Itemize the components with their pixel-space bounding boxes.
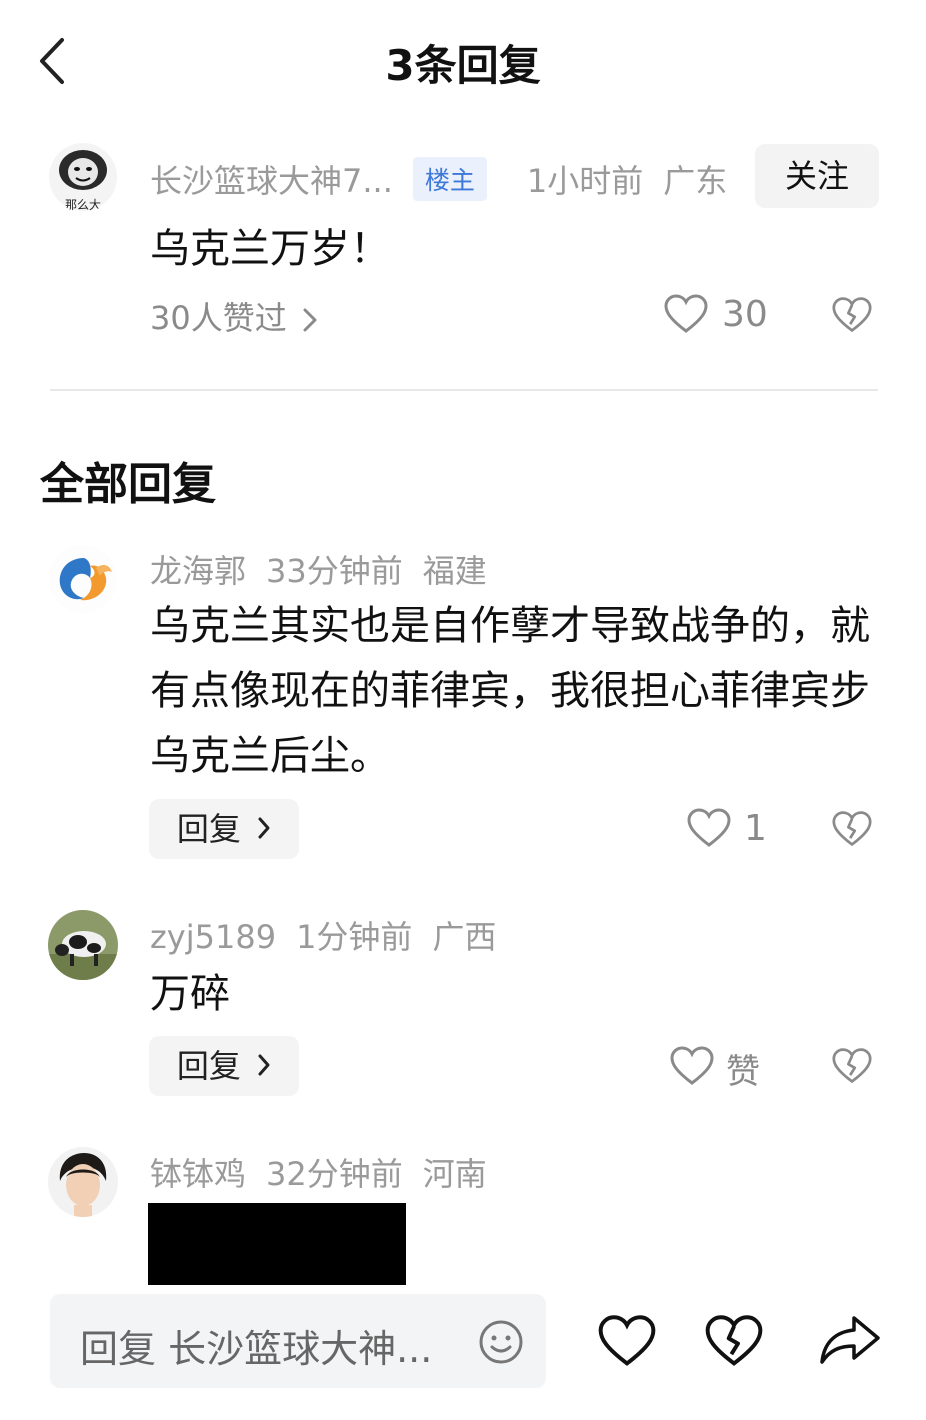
share-button[interactable] [818, 1312, 882, 1366]
op-meta: 长沙篮球大神7... 楼主 1小时前 广东 [150, 156, 747, 205]
likers-label: 30人赞过 [150, 299, 287, 337]
chevron-right-icon [301, 299, 319, 337]
like-button[interactable] [687, 808, 731, 848]
username[interactable]: 钵钵鸡 [150, 1155, 246, 1193]
cow-photo-icon [48, 910, 118, 980]
heart-icon [687, 808, 731, 847]
timestamp: 33分钟前 [266, 552, 403, 590]
op-badge: 楼主 [412, 157, 487, 201]
username[interactable]: 长沙篮球大神7... [150, 162, 393, 200]
username[interactable]: 龙海郭 [150, 552, 246, 590]
emoji-button[interactable] [478, 1319, 524, 1365]
location: 广西 [432, 918, 497, 956]
reply-text: 乌克兰其实也是自作孽才导致战争的，就有点像现在的菲律宾，我很担心菲律宾步乌克兰后… [150, 603, 870, 779]
reply-button[interactable]: 回复 [149, 1036, 299, 1096]
op-text: 乌克兰万岁！ [150, 226, 390, 272]
reply-meta: 龙海郭 33分钟前 福建 [150, 546, 507, 592]
reply-button[interactable]: 回复 [149, 799, 299, 859]
timestamp: 1分钟前 [296, 918, 413, 956]
reply-text: 万碎 [150, 971, 230, 1017]
page-title: 3条回复 [385, 41, 541, 90]
section-title: 全部回复 [40, 459, 216, 510]
username[interactable]: zyj5189 [150, 918, 276, 956]
location: 广东 [663, 162, 728, 200]
like-button[interactable] [664, 294, 708, 334]
broken-heart-icon [832, 297, 872, 333]
broken-heart-icon [832, 811, 872, 847]
like-label: 赞 [726, 1052, 760, 1092]
timestamp: 1小时前 [526, 162, 644, 200]
heart-icon [598, 1315, 656, 1366]
reply-meta: 钵钵鸡 32分钟前 河南 [150, 1149, 507, 1195]
broken-heart-icon [705, 1315, 763, 1366]
share-arrow-icon [820, 1316, 880, 1364]
location: 河南 [422, 1155, 487, 1193]
dislike-button[interactable] [832, 296, 872, 334]
chevron-right-icon [251, 810, 271, 848]
heart-icon [664, 294, 708, 333]
like-count: 30 [722, 294, 768, 335]
dislike-button[interactable] [832, 1047, 872, 1085]
avatar[interactable] [48, 910, 118, 980]
divider [50, 389, 878, 391]
location: 福建 [422, 552, 487, 590]
follow-button[interactable]: 关注 [755, 144, 879, 208]
broken-heart-icon [832, 1048, 872, 1084]
avatar-caption: 那么大 [64, 198, 101, 212]
like-count: 1 [744, 808, 767, 849]
avatar[interactable]: 那么大 [48, 142, 118, 212]
timestamp: 32分钟前 [266, 1155, 403, 1193]
person-photo-icon [48, 1147, 118, 1217]
reply-meta: zyj5189 1分钟前 广西 [150, 912, 516, 958]
avatar[interactable] [48, 544, 118, 614]
avatar[interactable] [48, 1147, 118, 1217]
like-post-button[interactable] [598, 1314, 656, 1368]
redacted-content [148, 1203, 406, 1285]
dislike-post-button[interactable] [705, 1314, 763, 1368]
reply-input-placeholder: 回复 长沙篮球大神... [80, 1327, 433, 1371]
smiley-icon [479, 1320, 523, 1364]
swirl-logo-icon [49, 545, 117, 613]
likers-link[interactable]: 30人赞过 [150, 293, 319, 339]
reply-label: 回复 [176, 810, 241, 848]
chevron-right-icon [251, 1047, 271, 1085]
reply-label: 回复 [176, 1047, 241, 1085]
like-button[interactable] [670, 1046, 714, 1086]
heart-icon [670, 1046, 714, 1085]
dislike-button[interactable] [832, 810, 872, 848]
